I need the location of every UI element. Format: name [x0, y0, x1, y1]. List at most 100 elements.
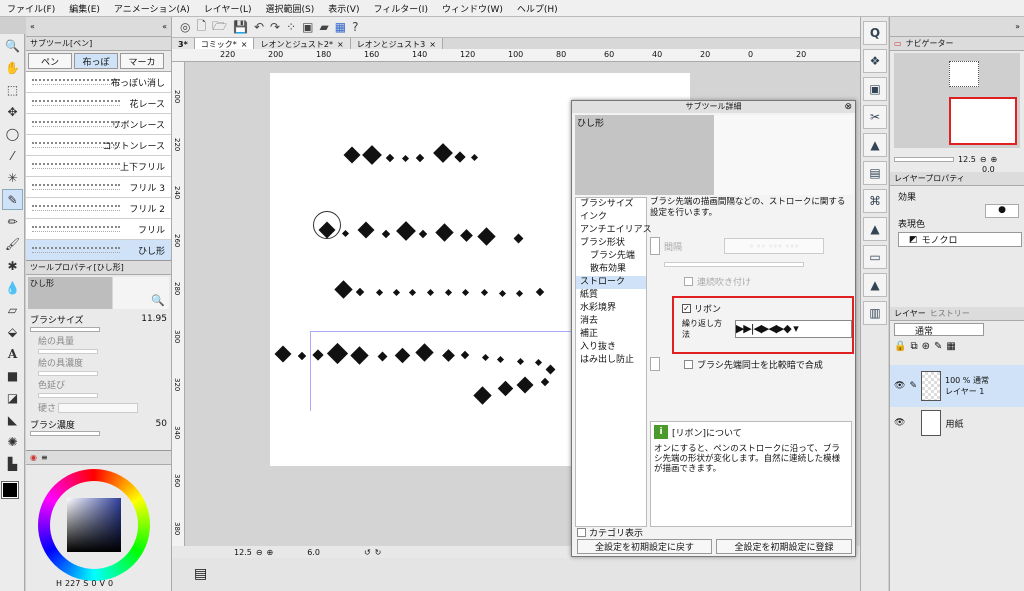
category-item[interactable]: ブラシサイズ	[576, 198, 646, 211]
repeat-method-dropdown[interactable]: ▶▶|◀▶◀▶◆ ▾	[734, 320, 852, 338]
image-material-icon[interactable]: ▲	[863, 133, 887, 157]
zoom-out-icon[interactable]: ⊖	[256, 548, 263, 557]
snap-grid-icon[interactable]: ▦	[335, 20, 346, 34]
brush-item[interactable]: フリル	[26, 219, 171, 240]
brush-density-value[interactable]: 50	[156, 419, 167, 429]
pen-tool-icon[interactable]: ✎	[2, 189, 23, 210]
navigator-zoom-slider[interactable]	[894, 157, 954, 162]
category-item[interactable]: 入り抜き	[576, 341, 646, 354]
blend-mode-dropdown[interactable]: 通常	[894, 322, 984, 337]
move-tool-icon[interactable]: ✥	[2, 101, 23, 122]
brush-size-value[interactable]: 11.95	[141, 314, 167, 324]
category-toggle-checkbox[interactable]	[577, 528, 586, 537]
lasso-tool-icon[interactable]: ◯	[2, 123, 23, 144]
eraser-tool-icon[interactable]: ▱	[2, 299, 23, 320]
zoom-value[interactable]: 12.5	[234, 548, 252, 557]
menu-item-3[interactable]: レイヤー(L)	[197, 2, 259, 15]
panel-menu-icon[interactable]: »	[1015, 22, 1020, 31]
category-item[interactable]: 補正	[576, 328, 646, 341]
hardness-selector[interactable]	[58, 402, 139, 413]
view-frame[interactable]	[949, 97, 1017, 145]
redo-icon[interactable]: ↷	[270, 20, 280, 34]
transform-icon[interactable]: ⁘	[286, 20, 296, 34]
subtool-tab-pen[interactable]: ペン	[28, 53, 72, 69]
material-2-icon[interactable]: ▣	[863, 77, 887, 101]
main-color-swatch[interactable]	[1, 481, 19, 499]
decoration-tool-icon[interactable]: ✺	[2, 431, 23, 452]
eyedropper-tool-icon[interactable]: ⁄	[2, 145, 23, 166]
rotate-left-icon[interactable]: ↺	[364, 548, 371, 557]
brush-item[interactable]: 花レース	[26, 93, 171, 114]
operation-tool-icon[interactable]: ⬚	[2, 79, 23, 100]
effect-toggle[interactable]: ●	[985, 204, 1019, 218]
pencil-tool-icon[interactable]: ✏	[2, 211, 23, 232]
spacing-slider[interactable]	[664, 261, 804, 267]
new-file-icon[interactable]: 🗋	[196, 17, 206, 38]
folder-icon[interactable]: ▭	[863, 245, 887, 269]
reset-all-button[interactable]: 全設定を初期設定に戻す	[577, 539, 712, 554]
hand-tool-icon[interactable]: ✋	[2, 57, 23, 78]
panel-expand-icon[interactable]: «	[162, 22, 167, 31]
airbrush-tool-icon[interactable]: ✱	[2, 255, 23, 276]
image-material-3-icon[interactable]: ▲	[863, 273, 887, 297]
nav-zoom-in-icon[interactable]: ⊕	[991, 155, 998, 164]
menu-item-7[interactable]: ウィンドウ(W)	[435, 2, 510, 15]
layer-row-1[interactable]: 👁 ✎ 100 % 通常 レイヤー 1	[890, 365, 1024, 407]
menu-item-0[interactable]: ファイル(F)	[0, 2, 62, 15]
brush-item[interactable]: 布っぽい消し	[26, 72, 171, 93]
menu-item-5[interactable]: 表示(V)	[321, 2, 366, 15]
brush-item[interactable]: コットンレース	[26, 135, 171, 156]
open-file-icon[interactable]: 🗁	[212, 17, 227, 38]
panel-collapse-icon[interactable]: «	[30, 22, 35, 31]
undo-icon[interactable]: ↶	[254, 20, 264, 34]
category-item[interactable]: ブラシ先端	[576, 250, 646, 263]
material-icon[interactable]: ❖	[863, 49, 887, 73]
image-material-2-icon[interactable]: ▲	[863, 217, 887, 241]
paper-visibility-eye-icon[interactable]: 👁	[894, 418, 905, 428]
layer-row-paper[interactable]: 👁 用紙	[890, 407, 1024, 439]
category-item[interactable]: 散布効果	[576, 263, 646, 276]
lock-icon[interactable]: 🔒	[894, 341, 906, 352]
save-icon[interactable]: 💾	[233, 20, 248, 34]
color-wheel-tab-icon[interactable]: ◉	[30, 453, 37, 462]
visibility-eye-icon[interactable]: 👁	[894, 381, 905, 391]
category-item[interactable]: 消去	[576, 315, 646, 328]
ribbon-checkbox[interactable]: ✓	[682, 303, 691, 313]
continuous-spray-checkbox[interactable]	[684, 276, 693, 286]
frame-tool-icon[interactable]: ■	[2, 365, 23, 386]
zoom-tool-icon[interactable]: 🔍	[2, 35, 23, 56]
clip-icon[interactable]: ⧉	[910, 341, 917, 352]
category-item[interactable]: 紙質	[576, 289, 646, 302]
hue-ring[interactable]	[38, 469, 150, 581]
text-tool-icon[interactable]: A	[2, 343, 23, 364]
display-color-dropdown[interactable]: ◩ モノクロ	[898, 232, 1022, 247]
ruler-tool-icon[interactable]: ◪	[2, 387, 23, 408]
subtool-tab-marker[interactable]: マーカ	[120, 53, 164, 69]
snap-ruler-icon[interactable]: ▰	[320, 20, 329, 34]
color-icon[interactable]: ▦	[946, 341, 955, 352]
nav-zoom-out-icon[interactable]: ⊖	[980, 155, 987, 164]
menu-item-8[interactable]: ヘルプ(H)	[510, 2, 565, 15]
register-all-button[interactable]: 全設定を初期設定に登録	[716, 539, 852, 554]
gradient-tool-icon[interactable]: ◣	[2, 409, 23, 430]
brush-item[interactable]: フリル 2	[26, 198, 171, 219]
brush-tool-icon[interactable]: 🖌	[2, 233, 23, 254]
category-item[interactable]: ストローク	[576, 276, 646, 289]
sparkle-tool-icon[interactable]: ✳	[2, 167, 23, 188]
fill-tool-icon[interactable]: ⬙	[2, 321, 23, 342]
pages-icon[interactable]: ▤	[863, 161, 887, 185]
menu-item-2[interactable]: アニメーション(A)	[107, 2, 197, 15]
menu-item-4[interactable]: 選択範囲(S)	[259, 2, 322, 15]
category-item[interactable]: 水彩境界	[576, 302, 646, 315]
composite-checkbox[interactable]	[684, 359, 693, 369]
correction-tool-icon[interactable]: ▙	[2, 453, 23, 474]
history-tab[interactable]: ヒストリー	[930, 308, 970, 319]
dialog-close-icon[interactable]: ⊗	[844, 101, 852, 113]
brush-item[interactable]: ひし形	[26, 240, 171, 261]
saturation-value-square[interactable]	[67, 498, 121, 552]
puzzle-icon[interactable]: ⌘	[863, 189, 887, 213]
stack-icon[interactable]: ▥	[863, 301, 887, 325]
help-icon[interactable]: ?	[352, 20, 358, 34]
brush-item[interactable]: 上下フリル	[26, 156, 171, 177]
blend-tool-icon[interactable]: 💧	[2, 277, 23, 298]
